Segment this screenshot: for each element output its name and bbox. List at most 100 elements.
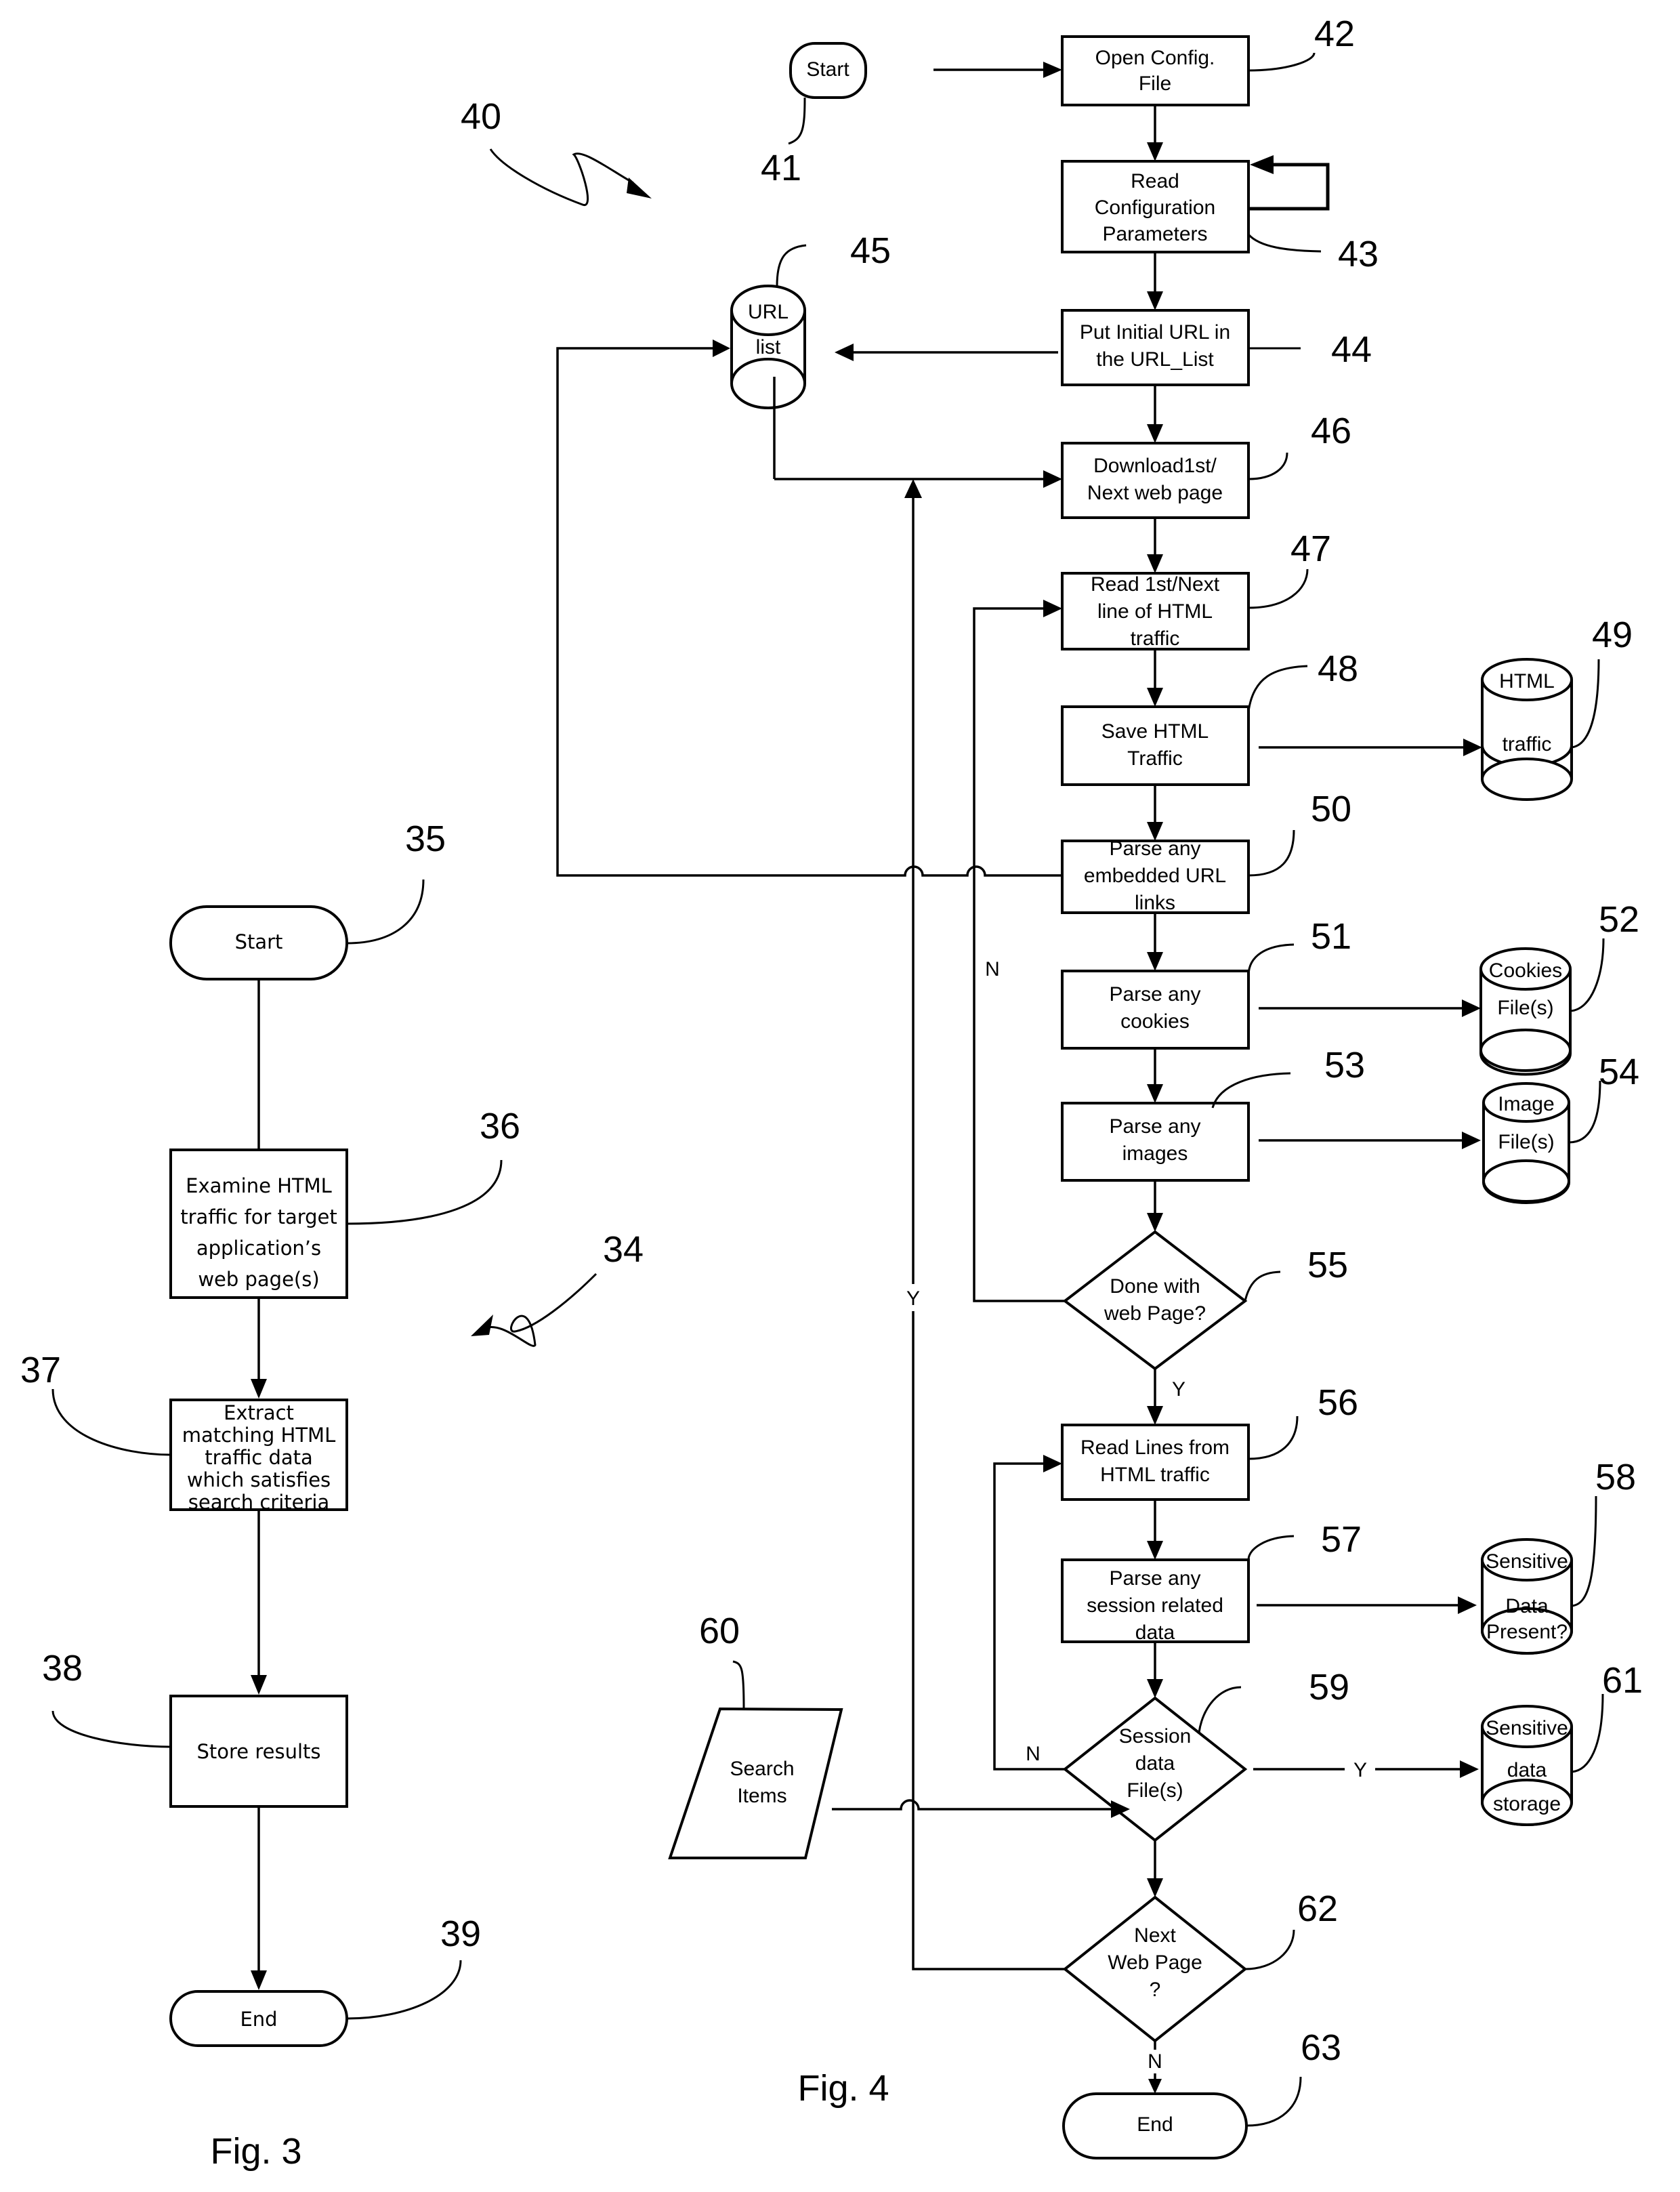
node-text: Parameters	[1102, 223, 1207, 245]
node-text: line of HTML	[1097, 600, 1213, 623]
ref-58: 59	[1309, 1667, 1349, 1708]
node-text: embedded URL	[1084, 865, 1226, 887]
arrowhead-icon	[1147, 688, 1163, 707]
ref-47: 47	[1290, 529, 1331, 569]
node-text: Start	[235, 930, 283, 953]
node-text: web Page?	[1104, 1302, 1206, 1325]
ref-43: 43	[1338, 234, 1379, 274]
arrowhead-icon	[1147, 1406, 1163, 1425]
arrowhead-icon	[1460, 1760, 1479, 1778]
node-text: list	[756, 336, 781, 358]
node-56-read-lines: Read Lines from HTML traffic	[1061, 1424, 1250, 1501]
node-text: Search	[730, 1758, 794, 1780]
arrowhead-icon	[1043, 470, 1062, 488]
node-48-save-html: Save HTML Traffic	[1061, 705, 1250, 786]
node-text: Examine HTML	[186, 1174, 332, 1197]
node-text: File(s)	[1497, 997, 1553, 1019]
node-text: data	[1507, 1759, 1547, 1781]
arrowhead-icon	[471, 1315, 493, 1336]
arrowhead-icon	[1147, 1679, 1163, 1698]
reference-40-squiggle	[489, 148, 634, 206]
ref-36: 36	[480, 1106, 520, 1146]
connector-50-45-feedback	[556, 347, 1062, 877]
ref-42: 42	[1314, 14, 1355, 54]
node-text: HTML traffic	[1100, 1464, 1210, 1486]
node-39-end: End	[169, 1990, 348, 2047]
node-text: Parse any	[1109, 983, 1200, 1006]
fig3: Start Examine HTML traffic for target ap…	[20, 819, 644, 2172]
leader-62	[1244, 1929, 1295, 1970]
node-57-parse-session: Parse any session related data	[1061, 1558, 1250, 1644]
connector-62-46-yes	[912, 498, 1065, 1970]
arrowhead-icon	[1458, 1596, 1477, 1614]
fig4-caption: Fig. 4	[797, 2068, 889, 2109]
ref-35: 35	[405, 819, 446, 859]
node-text: Parse any	[1109, 1115, 1200, 1138]
node-text: Read Lines from	[1080, 1436, 1230, 1459]
branch-label-no: N	[1148, 2050, 1162, 2073]
leader-35	[346, 879, 425, 945]
node-text: Image	[1498, 1093, 1554, 1115]
arrowhead-icon	[1147, 142, 1163, 161]
ref-54: 54	[1599, 1052, 1639, 1092]
ref-60: 60	[699, 1611, 740, 1651]
leader-58	[1198, 1686, 1242, 1733]
fig4: 40 Start 41 Open Config. File 42 Read Co…	[461, 14, 1643, 2159]
node-text: Present?	[1486, 1621, 1568, 1643]
node-text: Extract	[224, 1401, 294, 1424]
arrowhead-icon	[1043, 62, 1062, 78]
arrowhead-icon	[1147, 1878, 1163, 1897]
ref-39: 39	[440, 1914, 481, 1954]
node-text: Store results	[196, 1740, 320, 1763]
ref-56: 56	[1318, 1382, 1358, 1423]
node-text: traffic	[1131, 627, 1180, 650]
node-text: End	[1137, 2113, 1173, 2136]
node-text: Done with	[1110, 1275, 1200, 1298]
patent-flowcharts: Start Examine HTML traffic for target ap…	[20, 14, 1643, 2172]
leader-43	[1247, 233, 1322, 253]
leader-41	[788, 97, 806, 145]
arrowhead-icon	[1147, 291, 1163, 310]
node-text: web page(s)	[198, 1268, 319, 1291]
connector-55-47-no	[973, 607, 1065, 1302]
arrowhead-icon	[1147, 1541, 1163, 1560]
arrowhead-icon	[904, 479, 922, 498]
ref-61: 61	[1602, 1660, 1643, 1701]
node-text: Configuration	[1095, 197, 1215, 219]
ref-44: 44	[1331, 329, 1372, 370]
node-text: File(s)	[1127, 1779, 1183, 1802]
node-text: Open Config.	[1095, 47, 1215, 69]
ref-52: 52	[1599, 899, 1639, 940]
ref-48: 48	[1318, 648, 1358, 689]
node-text: Put Initial URL in	[1080, 321, 1230, 344]
arrowhead-icon	[713, 339, 730, 357]
node-62-next-web-page: Next Web Page ?	[1062, 1895, 1248, 2043]
ref-46: 46	[1311, 411, 1351, 451]
ref-38: 38	[42, 1648, 83, 1689]
node-49-html-traffic-store: HTML traffic	[1481, 658, 1573, 801]
node-text: Parse any	[1109, 1567, 1200, 1590]
leader-38	[51, 1710, 171, 1748]
node-63-end: End	[1062, 2092, 1248, 2159]
node-text: cookies	[1120, 1010, 1190, 1033]
node-text: Save HTML	[1101, 720, 1209, 743]
node-text: ?	[1150, 1979, 1161, 2001]
arrowhead-icon	[1148, 2079, 1162, 2094]
leader-36	[346, 1159, 503, 1225]
branch-label-yes: Y	[1172, 1378, 1185, 1401]
node-42-open-config: Open Config. File	[1061, 35, 1250, 106]
ref-50: 50	[1311, 789, 1351, 829]
arrowhead-icon	[1147, 424, 1163, 443]
node-41-start: Start	[789, 42, 867, 99]
node-text: search criteria	[188, 1491, 329, 1514]
ref-41: 41	[761, 148, 801, 188]
arrowhead-icon	[1147, 1213, 1163, 1232]
leader-45	[776, 244, 807, 287]
ref-55: 55	[1307, 1245, 1348, 1285]
branch-label-yes: Y	[1353, 1759, 1367, 1781]
ref-53: 53	[1324, 1045, 1365, 1085]
leader-47	[1248, 568, 1309, 609]
leader-46	[1248, 452, 1288, 480]
node-text: Download1st/	[1093, 455, 1217, 477]
node-60-search-items: Search Items	[668, 1707, 843, 1859]
